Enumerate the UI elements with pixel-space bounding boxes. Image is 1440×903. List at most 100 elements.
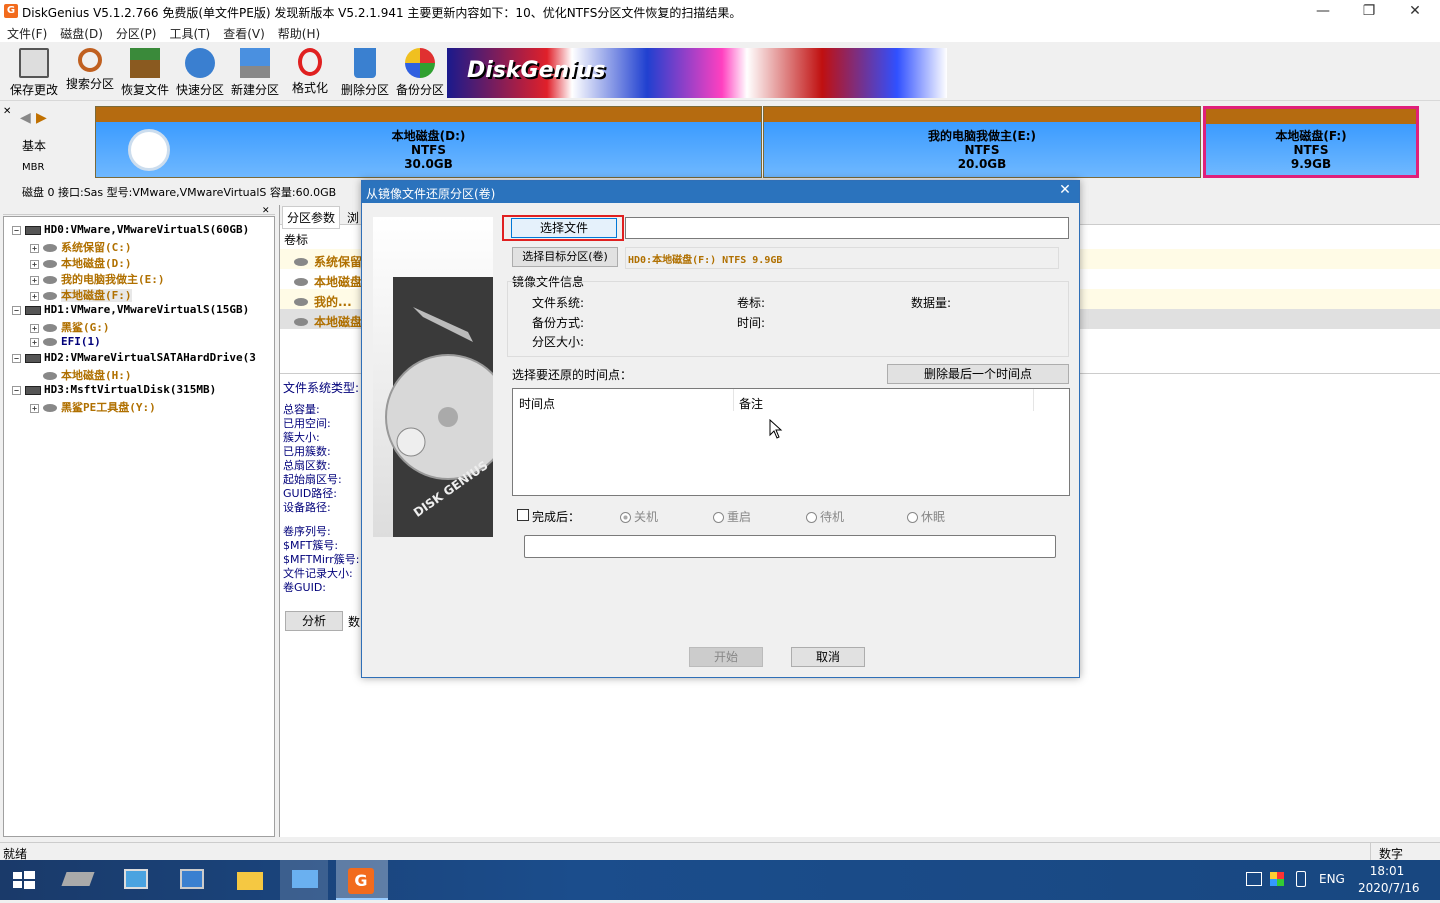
start-button[interactable]: 开始	[689, 647, 763, 667]
disk-tree: − HD0:VMware,VMwareVirtualS(60GB) + 系统保留(C…	[3, 216, 275, 837]
tree-node-f[interactable]: + 本地磁盘(F:)	[30, 287, 132, 303]
timepoint-list[interactable]: 时间点 备注	[512, 388, 1070, 496]
menu-partition[interactable]: 分区(P)	[109, 22, 163, 42]
tree-node-g[interactable]: + 黑鲨(G:)	[30, 319, 110, 335]
cancel-button[interactable]: 取消	[791, 647, 865, 667]
window-title: DiskGenius V5.1.2.766 免费版(单文件PE版) 发现新版本 …	[22, 6, 742, 20]
next-disk-icon[interactable]: ▶	[36, 110, 47, 126]
radio-standby[interactable]: 待机	[806, 508, 844, 525]
search-partition-button[interactable]: 搜索分区	[63, 45, 117, 99]
hdd-illustration: DISK GENIUS	[373, 217, 493, 537]
col-time[interactable]: 时间点	[519, 395, 555, 412]
network-icon[interactable]	[1246, 872, 1262, 886]
hard-disk-icon	[25, 353, 41, 363]
backup-method-label: 备份方式:	[532, 316, 585, 330]
format-button[interactable]: 格式化	[283, 45, 337, 99]
magnifier-icon	[78, 48, 102, 72]
tab-browse[interactable]: 浏	[344, 208, 362, 227]
tab-partition-params[interactable]: 分区参数	[282, 206, 341, 229]
taskbar-display-app[interactable]	[280, 860, 328, 900]
ad-banner[interactable]: DiskGenius	[447, 48, 947, 98]
recover-files-button[interactable]: 恢复文件	[118, 45, 172, 99]
menu-bar: 文件(F) 磁盘(D) 分区(P) 工具(T) 查看(V) 帮助(H)	[0, 22, 1440, 42]
radio-restart[interactable]: 重启	[713, 508, 751, 525]
save-changes-button[interactable]: 保存更改	[6, 45, 62, 99]
select-target-button[interactable]: 选择目标分区(卷)	[512, 247, 618, 267]
select-file-button[interactable]: 选择文件	[511, 218, 617, 238]
remote-desktop-icon	[180, 869, 204, 889]
close-tree-icon[interactable]: ✕	[262, 206, 270, 216]
backup-pie-icon	[405, 48, 435, 78]
partition-icon	[294, 258, 308, 266]
props-list: 总容量: 已用空间: 簇大小: 已用簇数: 总扇区数: 起始扇区号: GUID路径: 设备路径…	[283, 403, 342, 514]
new-partition-button[interactable]: 新建分区	[228, 45, 282, 99]
prev-disk-icon[interactable]: ◀	[20, 110, 31, 126]
tree-node-c[interactable]: + 系统保留(C:)	[30, 239, 132, 255]
color-icon[interactable]	[1270, 872, 1284, 886]
menu-help[interactable]: 帮助(H)	[271, 22, 326, 42]
menu-file[interactable]: 文件(F)	[0, 22, 53, 42]
list-item[interactable]: 我的...	[294, 293, 352, 310]
monitor-icon	[292, 870, 318, 888]
taskbar: G ENG 18:01 2020/7/16	[0, 860, 1440, 900]
quick-partition-icon	[185, 48, 215, 78]
close-panel-icon[interactable]: ✕	[3, 106, 11, 117]
partition-icon	[43, 260, 57, 268]
dialog-close-icon[interactable]: ✕	[1054, 182, 1076, 198]
toolbar: 保存更改 搜索分区 恢复文件 快速分区 新建分区 格式化 删除分区 备份分区 D…	[0, 43, 1440, 101]
partition-icon	[43, 324, 57, 332]
taskbar-computer-app[interactable]	[112, 860, 160, 900]
new-partition-icon	[240, 48, 270, 78]
partition-icon	[43, 292, 57, 300]
tree-header	[3, 205, 275, 215]
file-path-input[interactable]	[625, 217, 1069, 239]
taskbar-remote-app[interactable]	[168, 860, 216, 900]
tree-node-y[interactable]: + 黑鲨PE工具盘(Y:)	[30, 399, 156, 415]
analyze-button[interactable]: 分析	[285, 611, 343, 631]
data-size-label: 数据量:	[911, 296, 952, 310]
vol-header: 卷标	[284, 233, 309, 247]
taskbar-diskgenius-app[interactable]: G	[336, 860, 388, 900]
drive-icon	[61, 872, 95, 886]
quick-partition-button[interactable]: 快速分区	[173, 45, 227, 99]
usb-icon[interactable]	[1296, 871, 1306, 887]
trash-icon	[354, 48, 376, 78]
ime-indicator[interactable]: ENG	[1319, 872, 1345, 886]
tree-node-d[interactable]: + 本地磁盘(D:)	[30, 255, 132, 271]
delete-last-timepoint-button[interactable]: 删除最后一个时间点	[887, 364, 1069, 384]
partition-icon	[43, 276, 57, 284]
list-item[interactable]: 系统保留	[294, 253, 362, 270]
minimize-button[interactable]: —	[1300, 0, 1346, 22]
restore-button[interactable]: ❐	[1346, 0, 1392, 22]
menu-disk[interactable]: 磁盘(D)	[53, 22, 109, 42]
taskbar-drive-app[interactable]	[54, 860, 102, 900]
tree-node-e[interactable]: + 我的电脑我做主(E:)	[30, 271, 165, 287]
partition-block-e[interactable]: 我的电脑我做主(E:) NTFS 20.0GB	[763, 106, 1201, 178]
menu-view[interactable]: 查看(V)	[216, 22, 271, 42]
dialog-title: 从镜像文件还原分区(卷)	[366, 187, 496, 201]
backup-partition-button[interactable]: 备份分区	[393, 45, 447, 99]
status-bar: 就绪 数字	[0, 842, 1440, 861]
after-done-checkbox[interactable]	[517, 509, 529, 521]
delete-partition-button[interactable]: 删除分区	[338, 45, 392, 99]
partition-block-f[interactable]: 本地磁盘(F:) NTFS 9.9GB	[1203, 106, 1419, 178]
tree-node-hd1[interactable]: − HD1:VMware,VMwareVirtualS(15GB)	[12, 303, 249, 316]
list-item[interactable]: 本地磁盘	[294, 313, 362, 330]
menu-tools[interactable]: 工具(T)	[163, 22, 217, 42]
taskbar-explorer-app[interactable]	[226, 860, 274, 900]
start-button[interactable]	[0, 860, 48, 900]
close-window-button[interactable]: ✕	[1392, 0, 1438, 22]
list-item[interactable]: 本地磁盘	[294, 273, 362, 290]
partition-block-d[interactable]: 本地磁盘(D:) NTFS 30.0GB	[95, 106, 762, 178]
tree-node-hd2[interactable]: − HD2:VMwareVirtualSATAHardDrive(3	[12, 351, 256, 364]
tree-node-h[interactable]: +本地磁盘(H:)	[30, 367, 132, 383]
radio-hibernate[interactable]: 休眠	[907, 508, 945, 525]
radio-shutdown[interactable]: 关机	[620, 508, 658, 525]
clock[interactable]: 18:01 2020/7/16	[1358, 863, 1420, 897]
partition-icon	[294, 278, 308, 286]
tree-node-hd0[interactable]: − HD0:VMware,VMwareVirtualS(60GB)	[12, 223, 249, 236]
partition-icon	[43, 244, 57, 252]
col-note[interactable]: 备注	[739, 395, 763, 412]
tree-node-hd3[interactable]: − HD3:MsftVirtualDisk(315MB)	[12, 383, 216, 396]
tree-node-efi[interactable]: + EFI(1)	[30, 335, 101, 348]
